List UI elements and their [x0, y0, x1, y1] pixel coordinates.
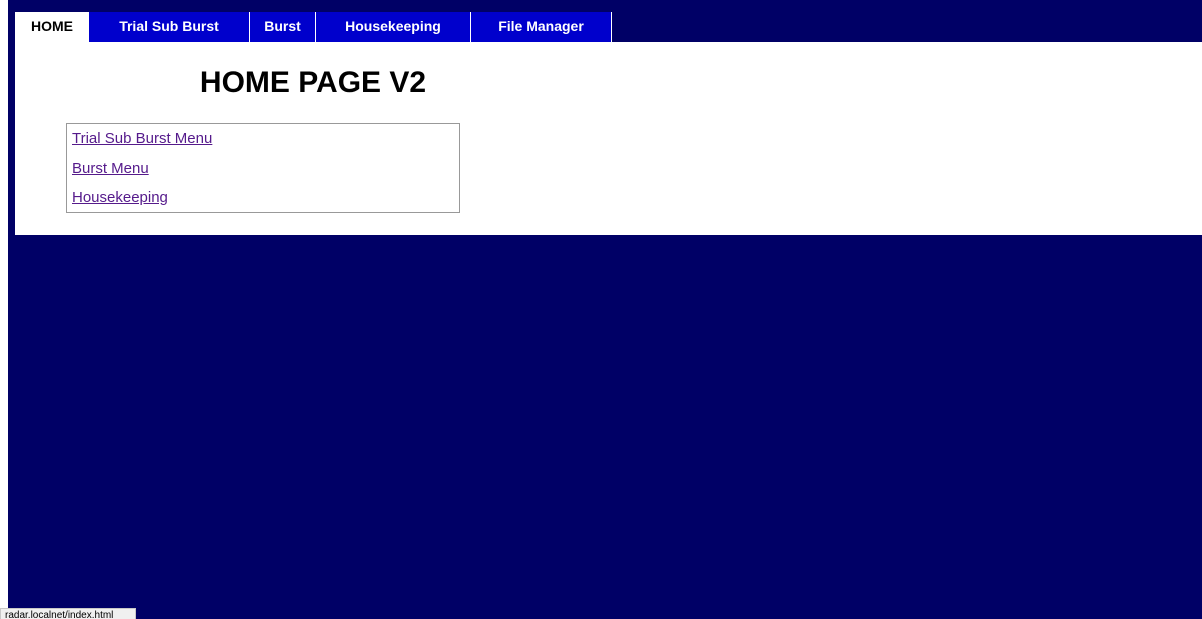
page-frame: HOME Trial Sub Burst Burst Housekeeping …	[8, 0, 1202, 619]
tab-bar: HOME Trial Sub Burst Burst Housekeeping …	[15, 12, 612, 42]
menu-link-box: Trial Sub Burst Menu Burst Menu Housekee…	[66, 123, 460, 213]
tab-burst[interactable]: Burst	[250, 12, 316, 42]
tab-home[interactable]: HOME	[15, 12, 89, 42]
page-title: HOME PAGE V2	[199, 66, 427, 99]
content-panel: HOME PAGE V2 Trial Sub Burst Menu Burst …	[15, 42, 1202, 235]
link-trial-sub-burst-menu[interactable]: Trial Sub Burst Menu	[72, 130, 212, 147]
status-bar-url: radar.localnet/index.html	[0, 608, 136, 619]
tab-file-manager[interactable]: File Manager	[471, 12, 612, 42]
tab-trial-sub-burst[interactable]: Trial Sub Burst	[89, 12, 250, 42]
link-burst-menu[interactable]: Burst Menu	[72, 160, 149, 177]
tab-housekeeping[interactable]: Housekeeping	[316, 12, 471, 42]
link-housekeeping[interactable]: Housekeeping	[72, 189, 168, 206]
